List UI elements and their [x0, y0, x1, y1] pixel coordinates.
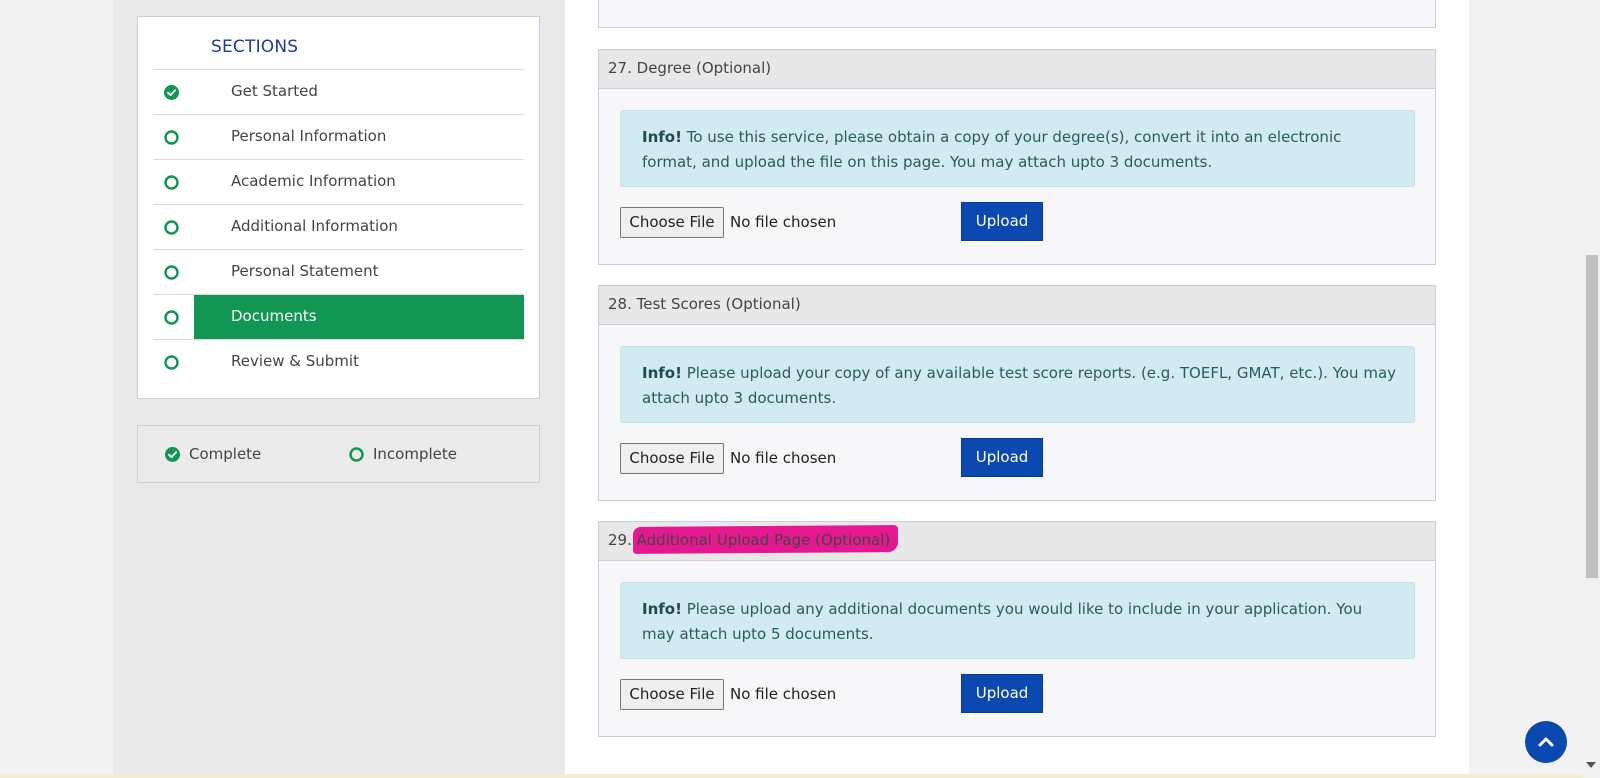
page-margin-left — [0, 0, 113, 778]
panel-number: 27. — [608, 59, 632, 77]
info-label: Info! — [642, 600, 682, 618]
sections-list: Get Started Personal Information Academi… — [153, 69, 524, 384]
file-status-text: No file chosen — [730, 685, 837, 703]
scroll-down-arrow-icon[interactable] — [1586, 762, 1596, 768]
empty-circle-icon — [164, 310, 179, 325]
check-circle-icon — [164, 85, 179, 100]
info-alert: Info! To use this service, please obtain… — [620, 110, 1415, 187]
sidebar-item-academic-information[interactable]: Academic Information — [153, 159, 524, 204]
panel-name: Degree (Optional) — [636, 59, 772, 77]
sidebar-item-additional-information[interactable]: Additional Information — [153, 204, 524, 249]
sidebar-item-label: Review & Submit — [231, 352, 359, 370]
empty-circle-icon — [164, 130, 179, 145]
back-to-top-button[interactable] — [1525, 721, 1567, 763]
panel-number: 29. — [608, 531, 632, 549]
upload-button[interactable]: Upload — [961, 202, 1043, 241]
sections-title: SECTIONS — [211, 37, 299, 57]
upload-button[interactable]: Upload — [961, 674, 1043, 713]
choose-file-button[interactable]: Choose File — [620, 443, 724, 474]
legend-incomplete-label: Incomplete — [373, 445, 457, 463]
sidebar-item-review-submit[interactable]: Review & Submit — [153, 339, 524, 384]
choose-file-button[interactable]: Choose File — [620, 207, 724, 238]
legend-complete: Complete — [165, 445, 261, 463]
panel-name: Test Scores (Optional) — [636, 295, 801, 313]
legend-complete-label: Complete — [189, 445, 262, 463]
upload-panel-test-scores: 28. Test Scores (Optional) Info! Please … — [598, 285, 1436, 501]
file-status-text: No file chosen — [730, 449, 837, 467]
empty-circle-icon — [164, 265, 179, 280]
panel-header: 27. Degree (Optional) — [599, 50, 1435, 89]
sidebar-item-label: Personal Statement — [231, 262, 379, 280]
scrollbar-thumb[interactable] — [1586, 255, 1598, 578]
upload-button[interactable]: Upload — [961, 438, 1043, 477]
sidebar-item-personal-information[interactable]: Personal Information — [153, 114, 524, 159]
sidebar-item-label: Academic Information — [231, 172, 396, 190]
legend-incomplete: Incomplete — [349, 445, 457, 463]
sidebar-item-label: Get Started — [231, 82, 318, 100]
window-bottom-edge — [0, 774, 1583, 778]
empty-circle-icon — [164, 355, 179, 370]
panel-header: 29. Additional Upload Page (Optional) — [599, 522, 1435, 561]
panel-title: 28. Test Scores (Optional) — [608, 295, 801, 313]
info-label: Info! — [642, 364, 682, 382]
info-label: Info! — [642, 128, 682, 146]
info-alert: Info! Please upload your copy of any ava… — [620, 346, 1415, 423]
panel-header: 28. Test Scores (Optional) — [599, 286, 1435, 325]
upload-panel-degree: 27. Degree (Optional) Info! To use this … — [598, 49, 1436, 265]
upload-panel-additional: 29. Additional Upload Page (Optional) In… — [598, 521, 1436, 737]
file-status-text: No file chosen — [730, 213, 837, 231]
sections-card: SECTIONS Get Started Personal Informatio… — [137, 16, 540, 399]
empty-circle-icon — [164, 175, 179, 190]
info-text: Please upload any additional documents y… — [642, 600, 1363, 643]
sidebar-item-label: Documents — [231, 307, 317, 325]
sidebar-item-documents[interactable]: Documents — [153, 294, 524, 339]
panel-number: 28. — [608, 295, 632, 313]
status-legend: Complete Incomplete — [137, 425, 540, 483]
previous-panel-bottom — [598, 0, 1436, 28]
choose-file-button[interactable]: Choose File — [620, 679, 724, 710]
info-text: Please upload your copy of any available… — [642, 364, 1397, 407]
chevron-up-icon — [1538, 737, 1554, 747]
sidebar-item-label: Additional Information — [231, 217, 398, 235]
panel-title: 27. Degree (Optional) — [608, 59, 771, 77]
empty-circle-icon — [164, 220, 179, 235]
sidebar-item-label: Personal Information — [231, 127, 387, 145]
info-text: To use this service, please obtain a cop… — [642, 128, 1342, 171]
panel-name: Additional Upload Page (Optional) — [636, 531, 891, 549]
sidebar-item-get-started[interactable]: Get Started — [153, 69, 524, 114]
empty-circle-icon — [349, 446, 364, 462]
info-alert: Info! Please upload any additional docum… — [620, 582, 1415, 659]
page-margin-right — [1469, 0, 1583, 778]
panel-title: 29. Additional Upload Page (Optional) — [608, 531, 890, 549]
check-circle-icon — [165, 446, 180, 462]
sidebar-item-personal-statement[interactable]: Personal Statement — [153, 249, 524, 294]
